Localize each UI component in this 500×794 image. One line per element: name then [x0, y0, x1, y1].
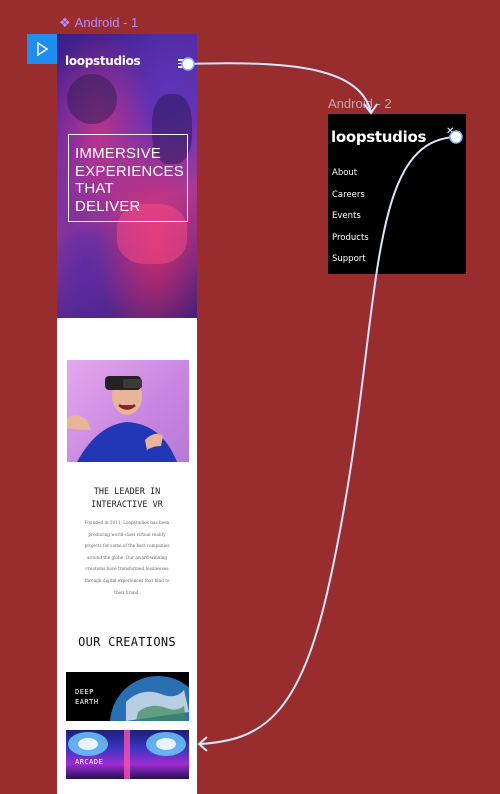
logo[interactable]: loopstudios	[65, 54, 141, 68]
logo[interactable]: loopstudios	[331, 128, 426, 146]
hero-image-shape	[67, 74, 117, 124]
android-1-frame[interactable]: loopstudios IMMERSIVE EXPERIENCES THAT D…	[57, 34, 197, 794]
hero-headline-line: DELIVER	[75, 197, 141, 215]
about-paragraph-line: creations have transformed businesses	[85, 566, 169, 572]
hero-headline-line: EXPERIENCES	[75, 162, 184, 180]
nav-item-careers[interactable]: Careers	[332, 190, 369, 212]
nav-item-support[interactable]: Support	[332, 254, 369, 276]
about-paragraph-line: through digital experiences that bind to	[84, 577, 170, 583]
about-heading: THE LEADER IN INTERACTIVE VR	[57, 486, 197, 512]
nav-item-products[interactable]: Products	[332, 233, 369, 255]
prototype-start-button[interactable]	[27, 34, 57, 64]
hero-section: loopstudios IMMERSIVE EXPERIENCES THAT D…	[57, 34, 197, 318]
about-heading-line: INTERACTIVE VR	[91, 500, 163, 510]
nav-item-about[interactable]: About	[332, 168, 369, 190]
about-heading-line: THE LEADER IN	[93, 487, 161, 497]
creation-card-label-line: DEEP	[75, 688, 94, 696]
creation-card-label: DEEP EARTH	[75, 688, 99, 707]
hamburger-icon[interactable]	[178, 59, 188, 70]
vr-person-image	[67, 360, 189, 462]
about-paragraph-line: their brand.	[114, 589, 140, 595]
android-2-frame[interactable]: loopstudios ✕ About Careers Events Produ…	[328, 114, 466, 274]
hero-headline-line: THAT	[75, 180, 114, 197]
creation-card-label-line: ARCADE	[75, 758, 104, 766]
hero-headline-line: IMMERSIVE	[75, 145, 161, 162]
creation-card-label-line: EARTH	[75, 697, 99, 706]
creation-card-arcade[interactable]: ARCADE	[66, 730, 189, 779]
close-icon[interactable]: ✕	[446, 126, 454, 137]
component-icon: ❖	[59, 15, 71, 30]
about-paragraph-line: Founded in 2011, Loopstudios has been	[84, 520, 170, 525]
nav-item-events[interactable]: Events	[332, 211, 369, 233]
nav-menu: About Careers Events Products Support	[332, 168, 369, 276]
hero-headline-box: IMMERSIVE EXPERIENCES THAT DELIVER	[68, 134, 188, 222]
frame-title-android-2[interactable]: Android - 2	[328, 96, 392, 111]
frame-title-text: Android - 1	[74, 15, 139, 30]
connector-arrowhead	[197, 736, 208, 752]
creation-card-label: ARCADE	[75, 758, 103, 768]
about-paragraph-line: projects for some of the best companies	[84, 543, 170, 549]
about-paragraph-line: producing world-class virtual reality	[88, 531, 166, 537]
arcade-image	[68, 730, 186, 779]
about-paragraph: Founded in 2011, Loopstudios has been pr…	[79, 517, 175, 598]
play-icon	[37, 42, 48, 56]
frame-title-text: Android - 2	[328, 96, 392, 111]
frame-title-android-1[interactable]: ❖ Android - 1	[59, 15, 138, 31]
creations-heading: OUR CREATIONS	[78, 635, 176, 649]
creation-card-deep-earth[interactable]: DEEP EARTH	[66, 672, 189, 721]
about-paragraph-line: around the globe. Our award-winning	[86, 554, 168, 560]
